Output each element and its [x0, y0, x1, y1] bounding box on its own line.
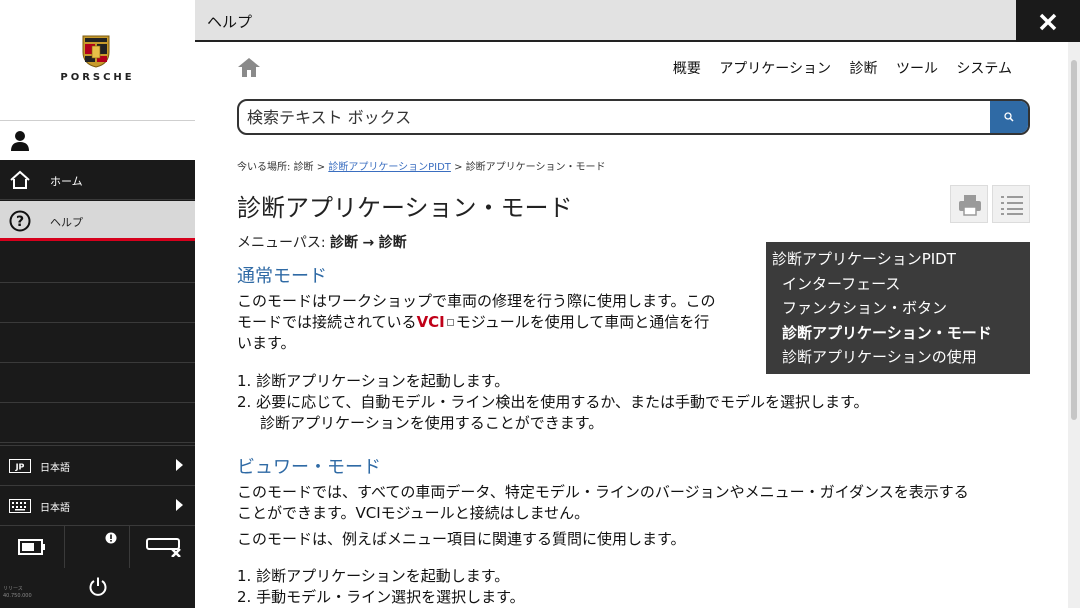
close-button[interactable] [1016, 0, 1080, 42]
sidebar-empty-row [0, 243, 195, 283]
toc-root[interactable]: 診断アプリケーションPIDT [772, 247, 1030, 272]
search-box [237, 99, 1030, 135]
viewer-mode-steps: 1. 診断アプリケーションを起動します。 2. 手動モデル・ライン選択を選択しま… [237, 566, 525, 608]
sidebar-item-home[interactable]: ホーム [0, 160, 195, 200]
chevron-right-icon [176, 459, 183, 471]
menu-path-from: 診断 [330, 235, 359, 251]
content-scrollbar[interactable] [1068, 42, 1080, 608]
search-input[interactable] [239, 101, 991, 133]
user-profile-button[interactable] [0, 120, 195, 160]
topnav-applications[interactable]: アプリケーション [719, 61, 831, 77]
keyboard-language-label: 日本語 [40, 503, 70, 514]
normal-mode-steps: 1. 診断アプリケーションを起動します。 2. 必要に応じて、自動モデル・ライン… [237, 371, 869, 434]
normal-mode-description: このモードはワークショップで車両の修理を行う際に使用します。この モードでは接続… [237, 292, 716, 352]
sidebar-empty-row [0, 283, 195, 323]
section-heading-normal-mode: 通常モード [237, 266, 327, 287]
svg-text:?: ? [16, 214, 24, 230]
version-info: リリース 40.750.000 [3, 586, 32, 599]
toc-item-active[interactable]: 診断アプリケーション・モード [772, 321, 1030, 346]
viewer-mode-description: このモードでは、すべての車両データ、特定モデル・ラインのバージョンやメニュー・ガ… [237, 483, 969, 548]
user-icon [11, 131, 29, 151]
sidebar-empty-row [0, 363, 195, 403]
language-flag-icon: JP [9, 459, 31, 473]
step-item: 1. 診断アプリケーションを起動します。 [237, 567, 510, 585]
step-item: 2. 必要に応じて、自動モデル・ライン検出を使用するか、または手動でモデルを選択… [237, 393, 869, 411]
topnav-diagnosis[interactable]: 診断 [850, 61, 878, 77]
breadcrumb-separator: > [454, 162, 463, 173]
status-bar [0, 525, 195, 568]
step-result: 診断アプリケーションを使用することができます。 [260, 414, 604, 432]
notification-status[interactable] [65, 526, 130, 568]
page-title: 診断アプリケーション・モード [237, 194, 573, 222]
sidebar-empty-row [0, 403, 195, 443]
search-icon [1004, 112, 1014, 122]
brand-wordmark: PORSCHE [60, 72, 135, 83]
battery-icon [18, 539, 45, 555]
toc-item[interactable]: インターフェース [772, 272, 1030, 297]
toc-item[interactable]: 診断アプリケーションの使用 [772, 345, 1030, 370]
battery-status[interactable] [0, 526, 65, 568]
search-button[interactable] [990, 101, 1028, 133]
scrollbar-thumb[interactable] [1071, 60, 1077, 420]
topnav-tools[interactable]: ツール [896, 61, 938, 77]
breadcrumb-separator: > [316, 162, 326, 173]
porsche-crest-logo [82, 35, 110, 68]
sidebar-item-help[interactable]: ? ヘルプ [0, 201, 195, 241]
external-link-icon [446, 319, 454, 326]
language-label: 日本語 [40, 463, 70, 474]
close-icon [1039, 13, 1057, 31]
logo-area: PORSCHE [0, 0, 195, 120]
step-item: 2. 手動モデル・ライン選択を選択します。 [237, 588, 525, 606]
vci-disconnected-icon [146, 538, 181, 557]
table-of-contents: 診断アプリケーションPIDT インターフェース ファンクション・ボタン 診断アプ… [766, 242, 1030, 374]
breadcrumb-item: 診断 [293, 162, 314, 173]
menu-path-label: メニューパス: [237, 235, 326, 251]
sidebar-empty-row [0, 323, 195, 363]
list-icon [1001, 196, 1023, 215]
menu-path-arrow: → [362, 235, 375, 251]
sidebar-item-label: ホーム [50, 175, 83, 188]
sidebar: PORSCHE ホーム ? ヘルプ JP 日本語 日本語 リリース 40.750… [0, 0, 195, 608]
step-item: 1. 診断アプリケーションを起動します。 [237, 372, 510, 390]
breadcrumb-prefix: 今いる場所: [237, 162, 291, 173]
breadcrumb-current: 診断アプリケーション・モード [465, 162, 606, 173]
help-content: 概要 アプリケーション 診断 ツール システム 今いる場所: 診断 > 診断アプ… [197, 42, 1068, 608]
menu-path-to: 診断 [378, 235, 407, 251]
help-header: ヘルプ [195, 0, 1080, 42]
chevron-right-icon [176, 499, 183, 511]
vci-connection-status[interactable] [130, 526, 195, 568]
table-of-contents-button[interactable] [992, 185, 1030, 223]
toc-item[interactable]: ファンクション・ボタン [772, 296, 1030, 321]
home-icon[interactable] [237, 56, 261, 78]
keyboard-icon [9, 499, 31, 513]
menu-path: メニューパス: 診断 → 診断 [237, 232, 407, 252]
svg-text:JP: JP [15, 463, 25, 472]
printer-icon [959, 195, 981, 216]
home-icon [10, 170, 30, 189]
print-button[interactable] [950, 185, 988, 223]
topnav-system[interactable]: システム [956, 61, 1012, 77]
sidebar-item-label: ヘルプ [50, 216, 83, 229]
help-icon: ? [9, 210, 31, 232]
header-title: ヘルプ [207, 13, 253, 31]
topnav-overview[interactable]: 概要 [673, 61, 701, 77]
keyboard-language-selector[interactable]: 日本語 [0, 485, 195, 525]
section-heading-viewer-mode: ビュワー・モード [237, 457, 381, 478]
breadcrumb: 今いる場所: 診断 > 診断アプリケーションPIDT > 診断アプリケーション・… [237, 158, 606, 173]
vci-link[interactable]: VCI [417, 313, 445, 331]
alert-icon [105, 532, 117, 544]
language-selector[interactable]: JP 日本語 [0, 445, 195, 485]
help-top-navigation: 概要 アプリケーション 診断 ツール システム [659, 58, 1012, 78]
breadcrumb-link[interactable]: 診断アプリケーションPIDT [328, 162, 451, 173]
power-icon [89, 577, 107, 596]
